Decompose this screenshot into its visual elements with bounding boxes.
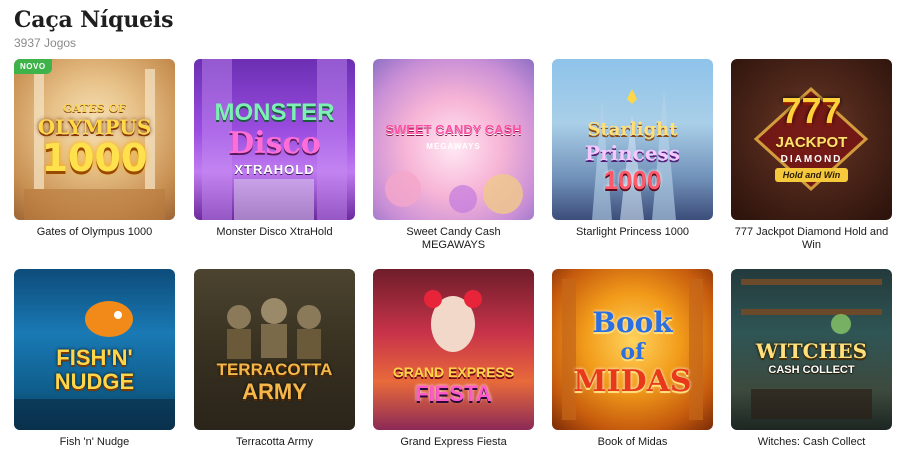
game-name[interactable]: Starlight Princess 1000 [552, 226, 713, 239]
game-thumbnail[interactable]: MONSTER Disco XTRAHOLD [194, 59, 355, 220]
game-logo-line: SWEET CANDY CASH [385, 122, 522, 137]
game-card-book-of-midas[interactable]: Book of MIDAS Book of Midas [552, 269, 713, 449]
game-logo-line: GATES OF [62, 102, 127, 115]
game-logo-line: WITCHES [755, 339, 868, 363]
game-card-777-jackpot-diamond[interactable]: 777 JACKPOT DIAMOND Hold and Win 777 Jac… [731, 59, 892, 252]
games-count: 3937 Jogos [14, 36, 77, 50]
game-name[interactable]: Witches: Cash Collect [731, 436, 892, 449]
game-logo-line: MEGAWAYS [426, 142, 481, 151]
game-logo-line: TERRACOTTA [216, 360, 333, 379]
game-logo-line: of [620, 339, 645, 365]
game-name[interactable]: Monster Disco XtraHold [194, 226, 355, 239]
game-name[interactable]: Grand Express Fiesta [373, 436, 534, 449]
games-row: GATES OF OLYMPUS 1000 NOVO Gates of Olym… [14, 59, 894, 259]
game-name[interactable]: Terracotta Army [194, 436, 355, 449]
game-logo-line: 777 [781, 90, 842, 131]
game-logo-line: FIESTA [415, 381, 492, 406]
game-thumbnail[interactable]: WITCHES CASH COLLECT [731, 269, 892, 430]
page-header: Caça Níqueis 3937 Jogos [14, 6, 173, 50]
game-card-terracotta-army[interactable]: TERRACOTTA ARMY Terracotta Army [194, 269, 355, 449]
game-thumbnail[interactable]: 777 JACKPOT DIAMOND Hold and Win [731, 59, 892, 220]
game-logo-line: CASH COLLECT [768, 364, 855, 376]
game-card-monster-disco[interactable]: MONSTER Disco XTRAHOLD Monster Disco Xtr… [194, 59, 355, 239]
game-logo-line: MIDAS [573, 364, 692, 399]
new-badge: NOVO [14, 59, 52, 74]
game-logo-line: OLYMPUS [37, 115, 152, 139]
game-logo-line: DIAMOND [780, 154, 843, 165]
game-logo-line: 1000 [41, 136, 148, 180]
game-thumbnail[interactable]: Book of MIDAS [552, 269, 713, 430]
game-name[interactable]: 777 Jackpot Diamond Hold and Win [731, 226, 892, 252]
game-logo-line-text: Hold and Win [774, 168, 849, 182]
game-name[interactable]: Book of Midas [552, 436, 713, 449]
game-card-gates-of-olympus[interactable]: GATES OF OLYMPUS 1000 NOVO Gates of Olym… [14, 59, 175, 239]
game-thumbnail[interactable]: GATES OF OLYMPUS 1000 NOVO [14, 59, 175, 220]
game-logo-line: XTRAHOLD [234, 162, 315, 177]
page-title: Caça Níqueis [14, 7, 174, 33]
game-thumbnail[interactable]: SWEET CANDY CASH MEGAWAYS [373, 59, 534, 220]
game-thumbnail[interactable]: Starlight Princess 1000 [552, 59, 713, 220]
game-logo-line: MONSTER [214, 99, 335, 126]
game-thumbnail[interactable]: TERRACOTTA ARMY [194, 269, 355, 430]
game-logo-line: Hold and Win [731, 168, 892, 182]
game-card-grand-express-fiesta[interactable]: GRAND EXPRESS FIESTA Grand Express Fiest… [373, 269, 534, 449]
game-name[interactable]: Gates of Olympus 1000 [14, 226, 175, 239]
game-thumbnail[interactable]: GRAND EXPRESS FIESTA [373, 269, 534, 430]
games-row: FISH'N' NUDGE Fish 'n' Nudge TERRACOTTA … [14, 269, 894, 459]
game-name[interactable]: Sweet Candy Cash MEGAWAYS [373, 226, 534, 252]
game-logo-line: GRAND EXPRESS [392, 364, 515, 380]
game-art [194, 269, 355, 430]
game-logo-line: Starlight [587, 119, 678, 140]
game-card-witches-cash-collect[interactable]: WITCHES CASH COLLECT Witches: Cash Colle… [731, 269, 892, 449]
game-card-sweet-candy-cash[interactable]: SWEET CANDY CASH MEGAWAYS Sweet Candy Ca… [373, 59, 534, 252]
game-card-fish-n-nudge[interactable]: FISH'N' NUDGE Fish 'n' Nudge [14, 269, 175, 449]
game-logo-line: JACKPOT [775, 134, 848, 151]
game-logo-line: ARMY [242, 379, 307, 404]
game-logo-line: Princess [584, 141, 681, 165]
game-logo-line: Book [592, 306, 673, 339]
game-logo-line: 1000 [603, 165, 662, 195]
game-name[interactable]: Fish 'n' Nudge [14, 436, 175, 449]
game-logo-line: Disco [228, 126, 321, 161]
game-thumbnail[interactable]: FISH'N' NUDGE [14, 269, 175, 430]
game-logo-line: FISH'N' [56, 345, 133, 370]
game-art [373, 59, 534, 220]
game-logo-line: NUDGE [54, 369, 135, 394]
game-card-starlight-princess[interactable]: Starlight Princess 1000 Starlight Prince… [552, 59, 713, 239]
